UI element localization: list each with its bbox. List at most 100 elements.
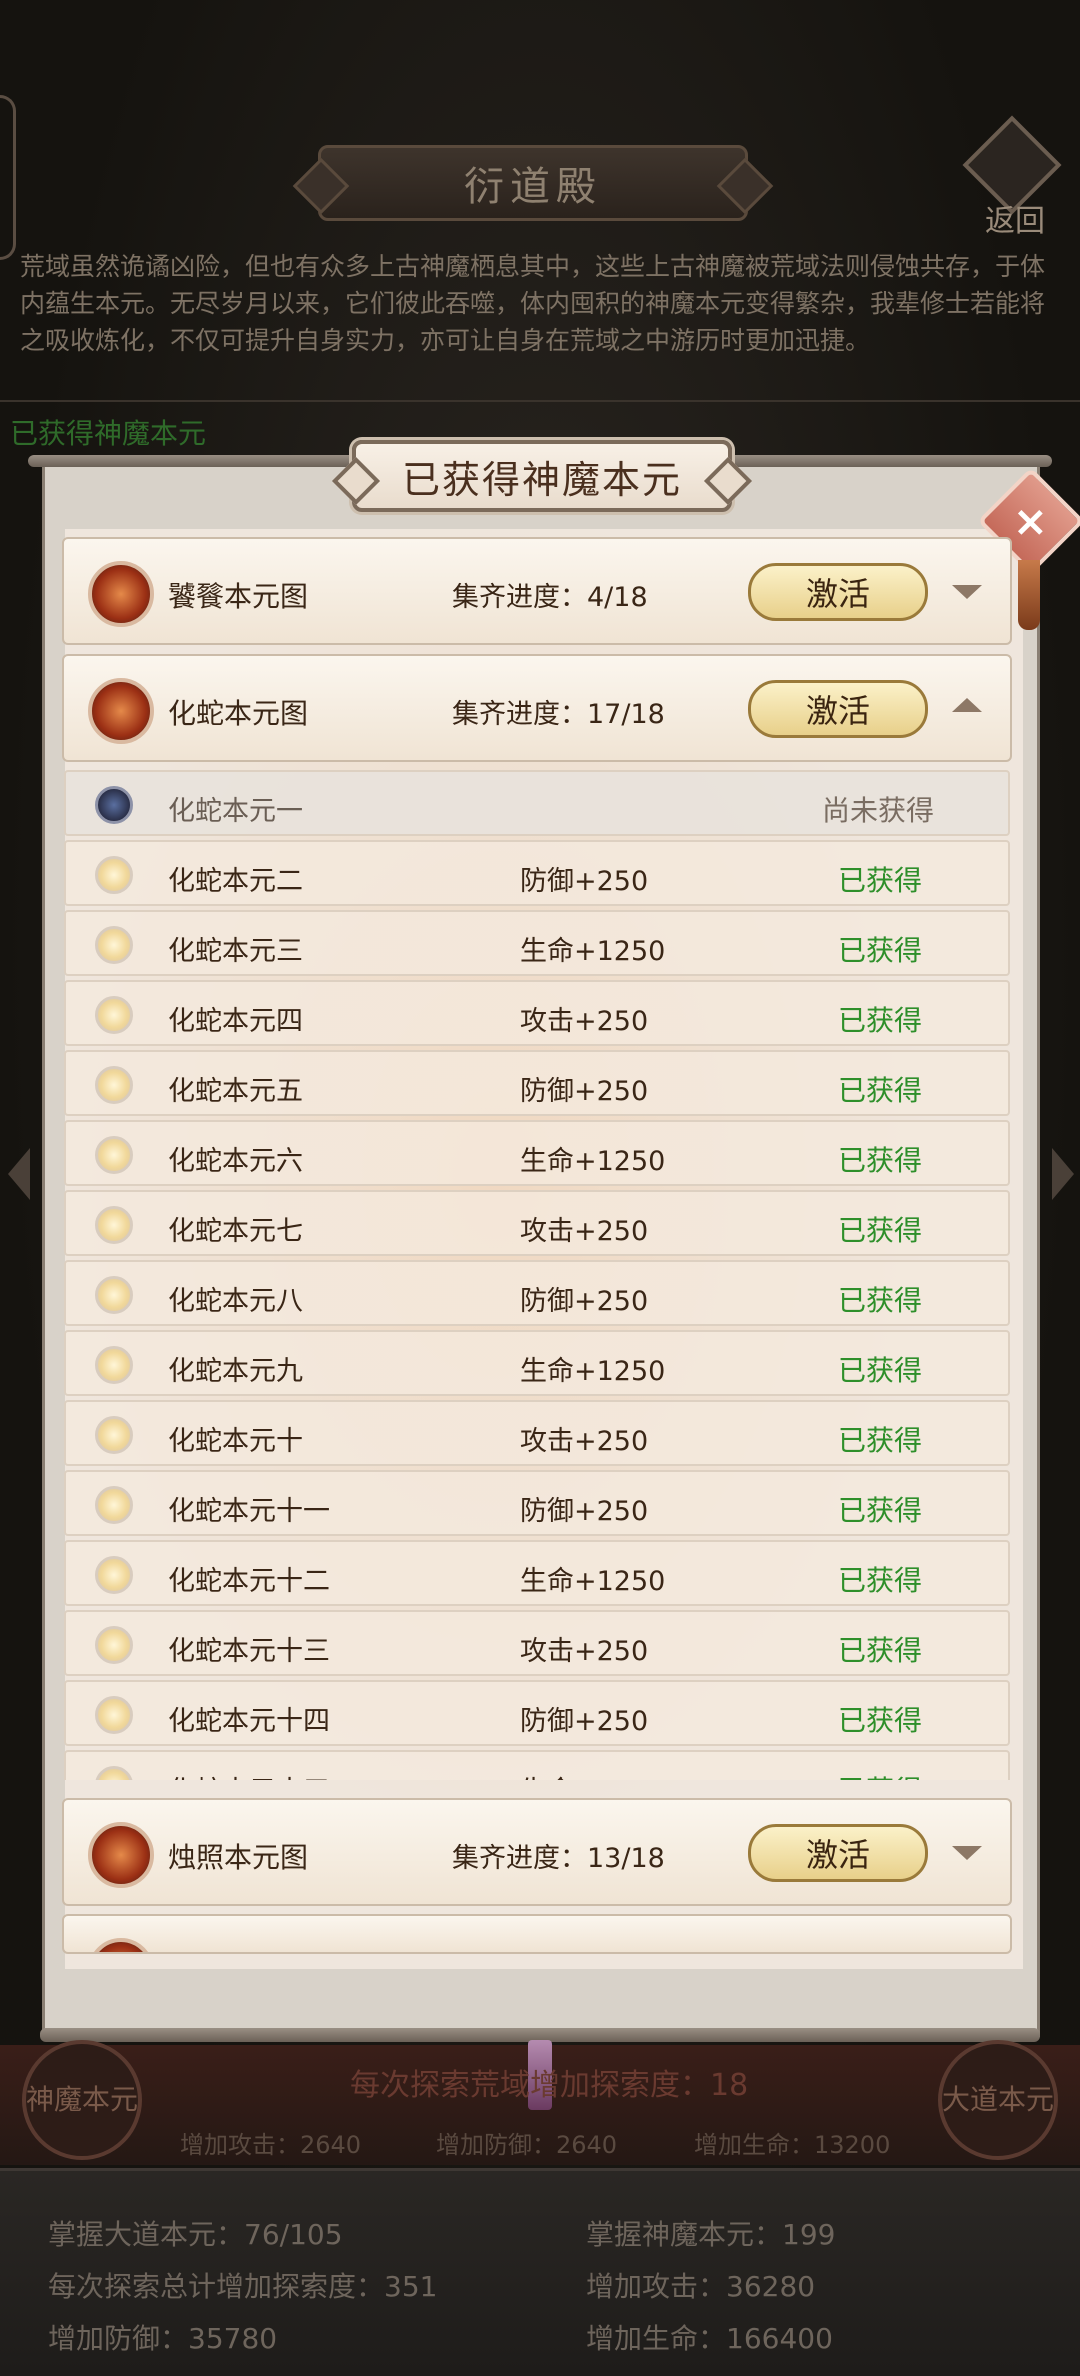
explore-bonus: 每次探索荒域增加探索度：18 bbox=[350, 2068, 749, 2103]
item-status: 已获得 bbox=[838, 1634, 923, 1667]
item-stat: 攻击+250 bbox=[520, 1216, 649, 1247]
activate-button[interactable]: 激活 bbox=[748, 1824, 928, 1882]
item-status: 已获得 bbox=[838, 864, 923, 897]
group-header-huashe[interactable]: 化蛇本元图 集齐进度：17/18 激活 bbox=[62, 654, 1012, 762]
zhuzhao-emblem-icon bbox=[88, 1822, 154, 1888]
origin-orb-icon bbox=[95, 1696, 133, 1734]
item-name: 化蛇本元十三 bbox=[168, 1636, 330, 1667]
item-name: 化蛇本元七 bbox=[168, 1216, 303, 1247]
panel-title-plate: 已获得神魔本元 bbox=[352, 440, 732, 512]
list-item[interactable]: 化蛇本元十五 生命+1250 已获得 bbox=[64, 1750, 1010, 1780]
list-item[interactable]: 化蛇本元十一 防御+250 已获得 bbox=[64, 1470, 1010, 1536]
item-status: 已获得 bbox=[838, 1144, 923, 1177]
intro-text: 荒域虽然诡谲凶险，但也有众多上古神魔栖息其中，这些上古神魔被荒域法则侵蚀共存，于… bbox=[20, 252, 1046, 355]
item-stat: 防御+250 bbox=[520, 1706, 649, 1737]
origin-orb-icon bbox=[95, 1276, 133, 1314]
list-item[interactable]: 化蛇本元十 攻击+250 已获得 bbox=[64, 1400, 1010, 1466]
item-name: 化蛇本元十五 bbox=[168, 1769, 330, 1780]
origin-orb-icon bbox=[95, 1766, 133, 1780]
item-status: 已获得 bbox=[838, 1354, 923, 1387]
god-mastered: 掌握神魔本元：199 bbox=[586, 2218, 836, 2251]
back-button[interactable]: 返回 bbox=[962, 115, 1065, 240]
divider bbox=[0, 400, 1080, 402]
next-page-arrow-icon[interactable] bbox=[1052, 1148, 1074, 1200]
group-header-zhuzhao[interactable]: 烛照本元图 集齐进度：13/18 激活 bbox=[62, 1798, 1012, 1906]
item-stat: 攻击+250 bbox=[520, 1636, 649, 1667]
origin-orb-icon bbox=[95, 1626, 133, 1664]
item-name: 化蛇本元一 bbox=[168, 796, 303, 827]
list-item[interactable]: 化蛇本元二 防御+250 已获得 bbox=[64, 840, 1010, 906]
item-stat: 攻击+250 bbox=[520, 1426, 649, 1457]
item-name: 化蛇本元五 bbox=[168, 1076, 303, 1107]
total-attack: 增加攻击：36280 bbox=[586, 2270, 816, 2303]
group-name: 烛照本元图 bbox=[168, 1841, 309, 1874]
list-item[interactable]: 化蛇本元十三 攻击+250 已获得 bbox=[64, 1610, 1010, 1676]
bonus-hp: 增加生命：13200 bbox=[694, 2131, 891, 2159]
item-name: 化蛇本元六 bbox=[168, 1146, 303, 1177]
item-status: 已获得 bbox=[838, 1284, 923, 1317]
list-item[interactable]: 化蛇本元六 生命+1250 已获得 bbox=[64, 1120, 1010, 1186]
list-item[interactable]: 化蛇本元五 防御+250 已获得 bbox=[64, 1050, 1010, 1116]
group-name: 化蛇本元图 bbox=[168, 697, 309, 730]
group-header-taotie[interactable]: 饕餮本元图 集齐进度：4/18 激活 bbox=[62, 537, 1012, 645]
list-item[interactable]: 化蛇本元十四 防御+250 已获得 bbox=[64, 1680, 1010, 1746]
chevron-up-icon[interactable] bbox=[952, 698, 982, 712]
item-name: 化蛇本元十四 bbox=[168, 1706, 330, 1737]
total-explore: 每次探索总计增加探索度：351 bbox=[48, 2270, 438, 2303]
group-header-partial[interactable] bbox=[62, 1914, 1012, 1954]
item-status: 尚未获得 bbox=[822, 794, 935, 827]
group-progress: 集齐进度：4/18 bbox=[452, 582, 648, 613]
item-name: 化蛇本元九 bbox=[168, 1356, 303, 1387]
tassel-decoration bbox=[1018, 560, 1040, 630]
left-side-handle[interactable] bbox=[0, 95, 16, 260]
origin-orb-icon bbox=[95, 1066, 133, 1104]
item-status: 已获得 bbox=[838, 1424, 923, 1457]
bonus-attack: 增加攻击：2640 bbox=[180, 2131, 362, 2159]
god-origin-tab[interactable]: 神魔本元 bbox=[22, 2040, 142, 2160]
item-status: 已获得 bbox=[838, 1074, 923, 1107]
prev-page-arrow-icon[interactable] bbox=[8, 1148, 30, 1200]
group-progress: 集齐进度：13/18 bbox=[452, 1843, 665, 1874]
item-stat: 防御+250 bbox=[520, 1286, 649, 1317]
item-stat: 生命+1250 bbox=[520, 936, 666, 967]
item-name: 化蛇本元十二 bbox=[168, 1566, 330, 1597]
activate-button[interactable]: 激活 bbox=[748, 563, 928, 621]
locked-orb-icon bbox=[95, 786, 133, 824]
dao-mastered: 掌握大道本元：76/105 bbox=[48, 2218, 343, 2251]
page-title-plate: 衍道殿 bbox=[318, 145, 748, 221]
item-status: 已获得 bbox=[838, 934, 923, 967]
item-status: 已获得 bbox=[838, 1004, 923, 1037]
item-status: 已获得 bbox=[838, 1704, 923, 1737]
origin-orb-icon bbox=[95, 996, 133, 1034]
origin-orb-icon bbox=[95, 1346, 133, 1384]
item-status: 已获得 bbox=[838, 1214, 923, 1247]
list-item[interactable]: 化蛇本元一 尚未获得 bbox=[64, 770, 1010, 836]
item-list[interactable]: 化蛇本元一 尚未获得 化蛇本元二 防御+250 已获得 化蛇本元三 生命+1250 已获得 化蛇… bbox=[64, 770, 1010, 1780]
list-item[interactable]: 化蛇本元九 生命+1250 已获得 bbox=[64, 1330, 1010, 1396]
dao-origin-tab[interactable]: 大道本元 bbox=[938, 2040, 1058, 2160]
origin-orb-icon bbox=[95, 1206, 133, 1244]
summary-panel: 掌握大道本元：76/105 每次探索总计增加探索度：351 增加防御：35780… bbox=[0, 2168, 1080, 2376]
total-hp: 增加生命：166400 bbox=[586, 2322, 833, 2355]
item-name: 化蛇本元三 bbox=[168, 936, 303, 967]
close-icon: × bbox=[1013, 496, 1049, 546]
item-stat: 生命+1250 bbox=[520, 1566, 666, 1597]
item-name: 化蛇本元十一 bbox=[168, 1496, 330, 1527]
item-stat: 防御+250 bbox=[520, 866, 649, 897]
list-item[interactable]: 化蛇本元四 攻击+250 已获得 bbox=[64, 980, 1010, 1046]
taotie-emblem-icon bbox=[88, 561, 154, 627]
list-item[interactable]: 化蛇本元十二 生命+1250 已获得 bbox=[64, 1540, 1010, 1606]
origin-orb-icon bbox=[95, 1136, 133, 1174]
chevron-down-icon[interactable] bbox=[952, 585, 982, 599]
origin-orb-icon bbox=[95, 1556, 133, 1594]
bonus-defense: 增加防御：2640 bbox=[436, 2131, 618, 2159]
activate-button[interactable]: 激活 bbox=[748, 680, 928, 738]
chevron-down-icon[interactable] bbox=[952, 1846, 982, 1860]
list-item[interactable]: 化蛇本元三 生命+1250 已获得 bbox=[64, 910, 1010, 976]
group-name: 饕餮本元图 bbox=[168, 580, 309, 613]
back-label: 返回 bbox=[985, 204, 1045, 239]
obtained-heading: 已获得神魔本元 bbox=[10, 417, 207, 450]
origin-orb-icon bbox=[95, 856, 133, 894]
list-item[interactable]: 化蛇本元七 攻击+250 已获得 bbox=[64, 1190, 1010, 1256]
list-item[interactable]: 化蛇本元八 防御+250 已获得 bbox=[64, 1260, 1010, 1326]
